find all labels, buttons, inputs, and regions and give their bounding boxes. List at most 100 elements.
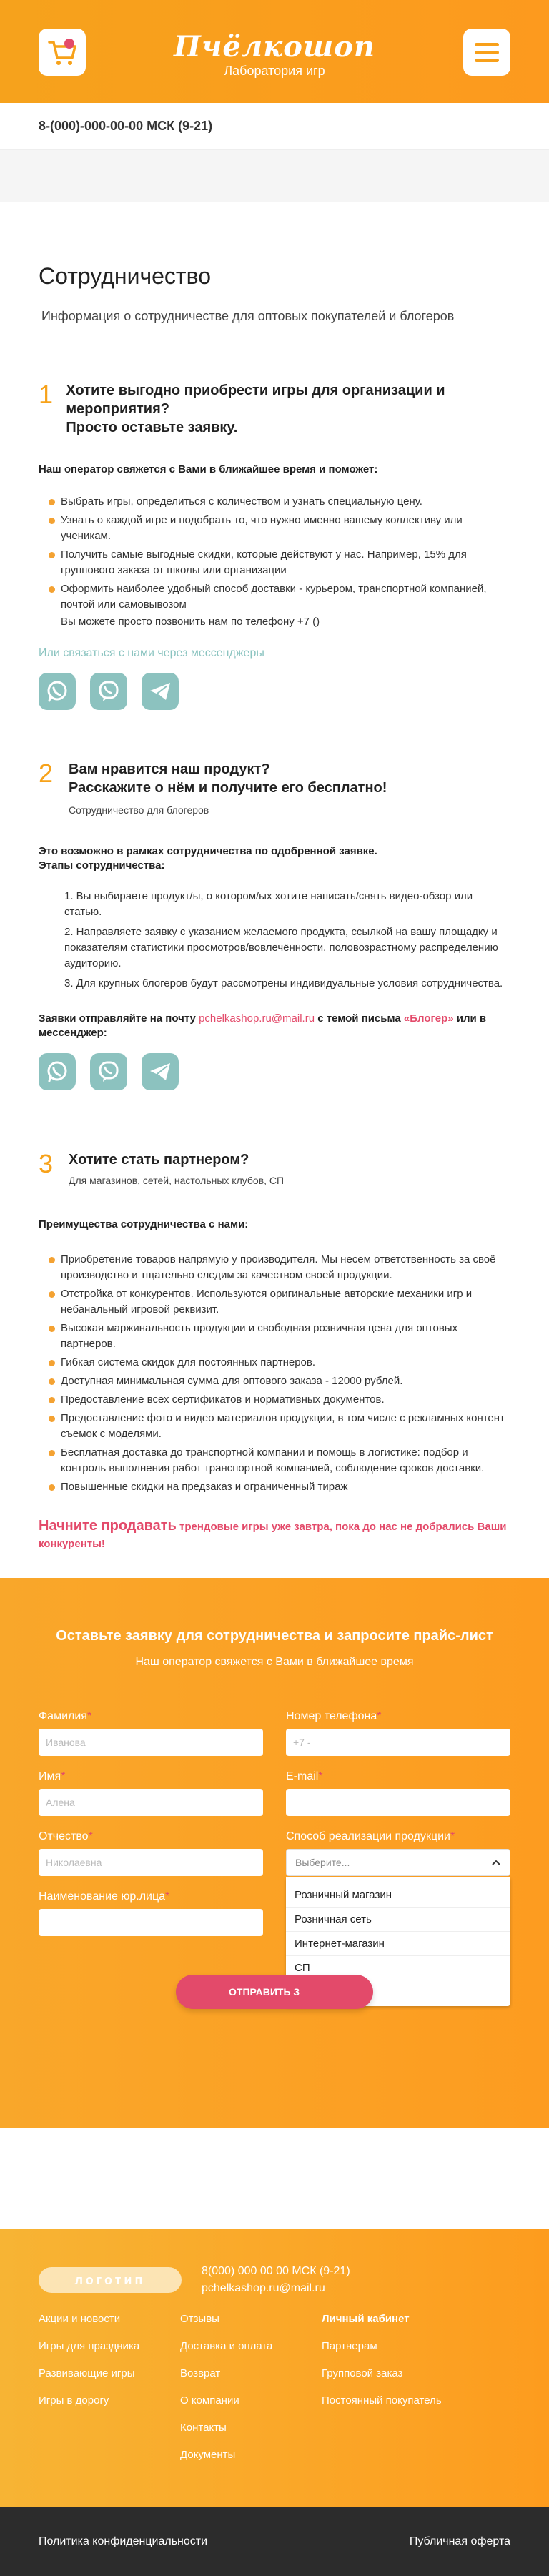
section-number: 1 (39, 380, 54, 409)
footer-link[interactable]: Документы (180, 2449, 322, 2461)
telegram-button[interactable] (142, 673, 179, 710)
section-lead: Преимущества сотрудничества с нами: (39, 1218, 249, 1230)
footer-contacts: 8(000) 000 00 00 МСК (9-21) pchelkashop.… (202, 2263, 350, 2297)
page-subtitle: Информация о сотрудничестве для оптовых … (41, 309, 455, 323)
dropdown-option[interactable]: Розничная сеть (286, 1908, 510, 1932)
phone-field: Номер телефона* (286, 1710, 510, 1756)
footer-link[interactable]: Отзывы (180, 2313, 322, 2325)
header-phone[interactable]: 8-(000)-000-00-00 МСК (9-21) (39, 119, 212, 134)
list-item: 2. Направляете заявку с указанием желаем… (64, 926, 498, 969)
name-field: Имя* (39, 1770, 263, 1816)
section-partners: 3 Хотите стать партнером? Для магазинов,… (39, 1150, 510, 1552)
footer-link[interactable]: Постоянный покупатель (322, 2394, 463, 2407)
surname-field: Фамилия* (39, 1710, 263, 1756)
hamburger-icon (475, 42, 499, 46)
logo-subtitle: Лаборатория игр (224, 64, 325, 78)
phone-note: Вы можете просто позвонить нам по телефо… (61, 616, 320, 628)
form-description: Наш оператор свяжется с Вами в ближайшее… (135, 1656, 414, 1668)
method-select[interactable]: Выберите... (286, 1849, 510, 1876)
footer-column-2: Отзывы Доставка и оплата Возврат О компа… (180, 2313, 322, 2476)
page-title: Сотрудничество (39, 263, 212, 289)
cart-button[interactable] (39, 29, 86, 76)
footer-link[interactable]: Развивающие игры (39, 2367, 180, 2379)
footer-column-1: Акции и новости Игры для праздника Разви… (39, 2313, 180, 2476)
section-subtitle: Для магазинов, сетей, настольных клубов,… (69, 1175, 285, 1186)
phone-bar: 8-(000)-000-00-00 МСК (9-21) (0, 103, 549, 150)
footer: логотип 8(000) 000 00 00 МСК (9-21) pche… (0, 2229, 549, 2507)
footer-link[interactable]: О компании (180, 2394, 322, 2407)
section-subtitle: Сотрудничество для блогеров (69, 804, 209, 816)
cta-text: Начните продавать трендовые игры уже зав… (39, 1518, 507, 1550)
list-item: Получить самые выгодные скидки, которые … (39, 547, 510, 578)
steps-list: 1. Вы выбираете продукт/ы, о котором/ых … (39, 889, 510, 992)
section-title: Хотите выгодно приобрести игры для орган… (66, 383, 445, 417)
list-item: Предоставление всех сертификатов и норма… (39, 1392, 510, 1408)
list-item: Оформить наиболее удобный способ доставк… (39, 581, 510, 613)
company-input[interactable] (39, 1909, 263, 1936)
footer-link[interactable]: Игры для праздника (39, 2340, 180, 2352)
offer-link[interactable]: Публичная оферта (410, 2535, 510, 2548)
viber-button[interactable] (90, 1053, 127, 1090)
dropdown-option[interactable]: Интернет-магазин (286, 1932, 510, 1956)
footer-phone[interactable]: 8(000) 000 00 00 МСК (9-21) (202, 2263, 350, 2280)
request-form: Оставьте заявку для сотрудничества и зап… (0, 1578, 549, 2128)
form-title: Оставьте заявку для сотрудничества и зап… (56, 1628, 493, 1644)
logo[interactable]: Пчёлкошоп Лаборатория игр (174, 31, 375, 79)
footer-link[interactable]: Доставка и оплата (180, 2340, 322, 2352)
footer-link[interactable]: Возврат (180, 2367, 322, 2379)
list-item: Выбрать игры, определиться с количеством… (39, 494, 510, 510)
spacer (0, 2128, 549, 2229)
telegram-button[interactable] (142, 1053, 179, 1090)
viber-button[interactable] (90, 673, 127, 710)
list-item: Доступная минимальная сумма для оптового… (39, 1373, 510, 1389)
footer-link[interactable]: Партнерам (322, 2340, 463, 2352)
footer-email[interactable]: pchelkashop.ru@mail.ru (202, 2280, 350, 2297)
bottom-bar: Политика конфиденциальности Публичная оф… (0, 2507, 549, 2576)
list-item: Предоставление фото и видео материалов п… (39, 1411, 510, 1442)
telegram-icon (150, 683, 170, 701)
viber-icon (99, 1061, 119, 1082)
footer-column-3: Личный кабинет Партнерам Групповой заказ… (322, 2313, 463, 2476)
viber-icon (99, 681, 119, 701)
messenger-row (39, 1053, 510, 1090)
list-item: Бесплатная доставка до транспортной комп… (39, 1445, 510, 1476)
messenger-link[interactable]: Или связаться с нами через мессенджеры (39, 647, 510, 660)
list-item: Отстройка от конкурентов. Используются о… (39, 1286, 510, 1318)
privacy-link[interactable]: Политика конфиденциальности (39, 2535, 207, 2548)
messenger-row (39, 673, 510, 710)
section-number: 3 (39, 1149, 54, 1178)
patronymic-input[interactable] (39, 1849, 263, 1876)
divider-strip (0, 150, 549, 202)
email-subject: «Блогер» (403, 1012, 454, 1025)
surname-input[interactable] (39, 1729, 263, 1756)
footer-logo[interactable]: логотип (39, 2267, 182, 2293)
footer-link[interactable]: Контакты (180, 2422, 322, 2434)
footer-link[interactable]: Групповой заказ (322, 2367, 463, 2379)
list-item: 3. Для крупных блогеров будут рассмотрен… (64, 977, 503, 990)
section-wholesale: 1 Хотите выгодно приобрести игры для орг… (39, 381, 510, 710)
email-input[interactable] (286, 1789, 510, 1816)
phone-input[interactable] (286, 1729, 510, 1756)
list-item: Высокая маржинальность продукции и свобо… (39, 1321, 510, 1352)
apply-note: Заявки отправляйте на почту pchelkashop.… (39, 1012, 487, 1039)
telegram-icon (150, 1063, 170, 1081)
whatsapp-button[interactable] (39, 673, 76, 710)
company-field: Наименование юр.лица* (39, 1890, 263, 1936)
footer-link-account[interactable]: Личный кабинет (322, 2313, 463, 2325)
email-field: E-mail* (286, 1770, 510, 1816)
advantages-list: Приобретение товаров напрямую у производ… (39, 1252, 510, 1495)
chevron-up-icon (492, 1860, 500, 1865)
menu-button[interactable] (463, 29, 510, 76)
footer-link[interactable]: Акции и новости (39, 2313, 180, 2325)
email-link[interactable]: pchelkashop.ru@mail.ru (199, 1012, 315, 1025)
section-lead: Наш оператор свяжется с Вами в ближайшее… (39, 463, 378, 475)
name-input[interactable] (39, 1789, 263, 1816)
list-item: Гибкая система скидок для постоянных пар… (39, 1355, 510, 1371)
footer-link[interactable]: Игры в дорогу (39, 2394, 180, 2407)
section-title-2: Расскажите о нём и получите его бесплатн… (69, 780, 387, 796)
dropdown-option[interactable]: Розничный магазин (286, 1883, 510, 1908)
section-number: 2 (39, 759, 54, 788)
patronymic-field: Отчество* (39, 1830, 263, 1876)
submit-button[interactable]: ОТПРАВИТЬ З (176, 1975, 373, 2009)
whatsapp-button[interactable] (39, 1053, 76, 1090)
